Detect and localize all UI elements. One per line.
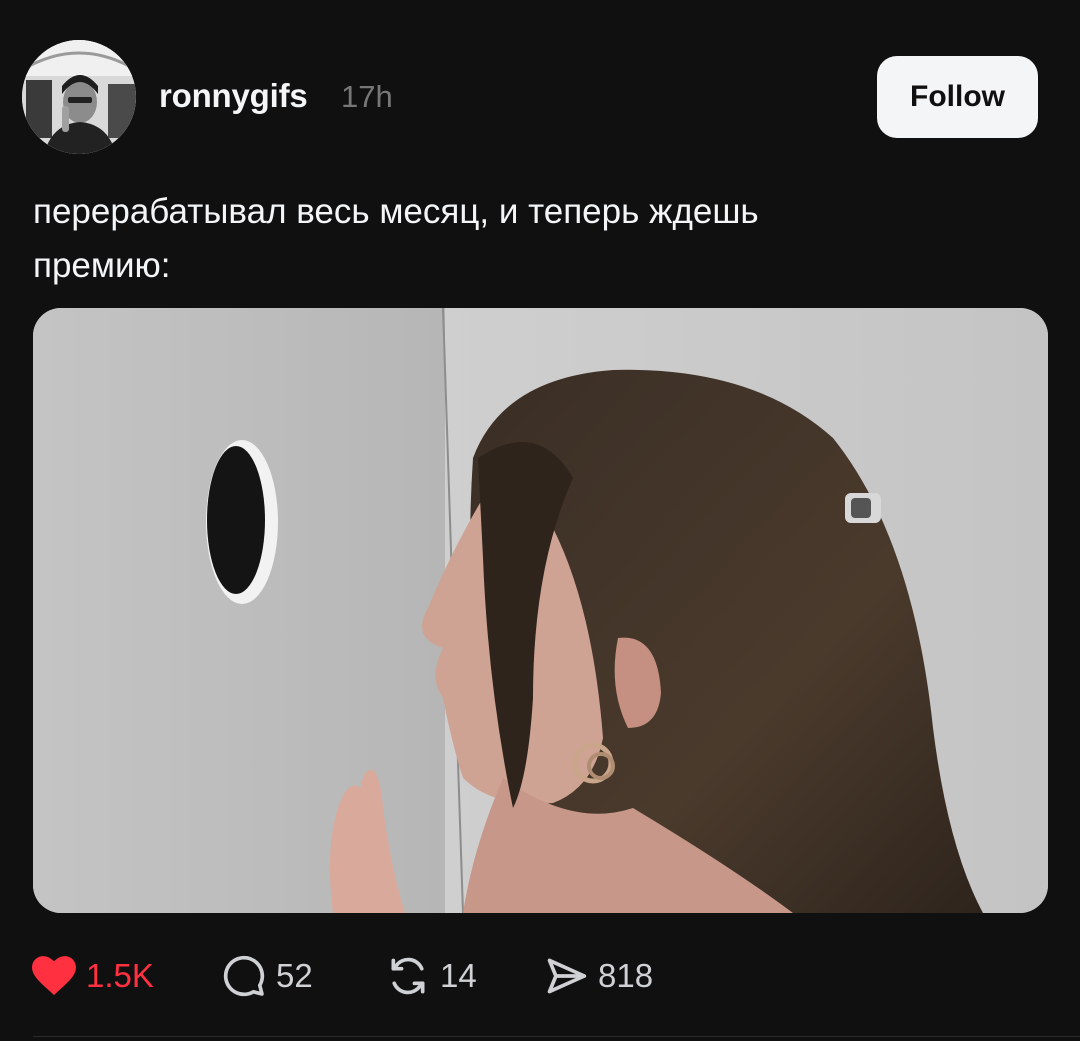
avatar-image bbox=[22, 40, 136, 154]
post-media[interactable] bbox=[33, 308, 1048, 913]
like-count: 1.5K bbox=[86, 957, 154, 994]
send-icon[interactable] bbox=[542, 952, 590, 1000]
reply-action[interactable]: 52 bbox=[220, 948, 313, 1004]
post-caption: перерабатывал весь месяц, и теперь ждешь… bbox=[33, 192, 759, 285]
share-action[interactable]: 818 bbox=[542, 948, 653, 1004]
comment-icon[interactable] bbox=[220, 952, 268, 1000]
repost-icon[interactable] bbox=[384, 952, 432, 1000]
follow-button[interactable]: Follow bbox=[877, 56, 1038, 138]
thread-post: ronnygifs 17h Follow перерабатывал весь … bbox=[0, 0, 1080, 1041]
repost-count: 14 bbox=[440, 957, 477, 994]
post-image bbox=[33, 308, 1048, 913]
divider bbox=[33, 1036, 1080, 1037]
action-bar: 1.5K 52 14 818 bbox=[0, 948, 1080, 1004]
repost-action[interactable]: 14 bbox=[384, 948, 477, 1004]
heart-icon[interactable] bbox=[30, 952, 78, 1000]
reply-count: 52 bbox=[276, 957, 313, 994]
post-time: 17h bbox=[341, 79, 393, 114]
avatar[interactable] bbox=[22, 40, 136, 154]
username[interactable]: ronnygifs bbox=[159, 77, 308, 115]
like-action[interactable]: 1.5K bbox=[30, 948, 154, 1004]
share-count: 818 bbox=[598, 957, 654, 994]
